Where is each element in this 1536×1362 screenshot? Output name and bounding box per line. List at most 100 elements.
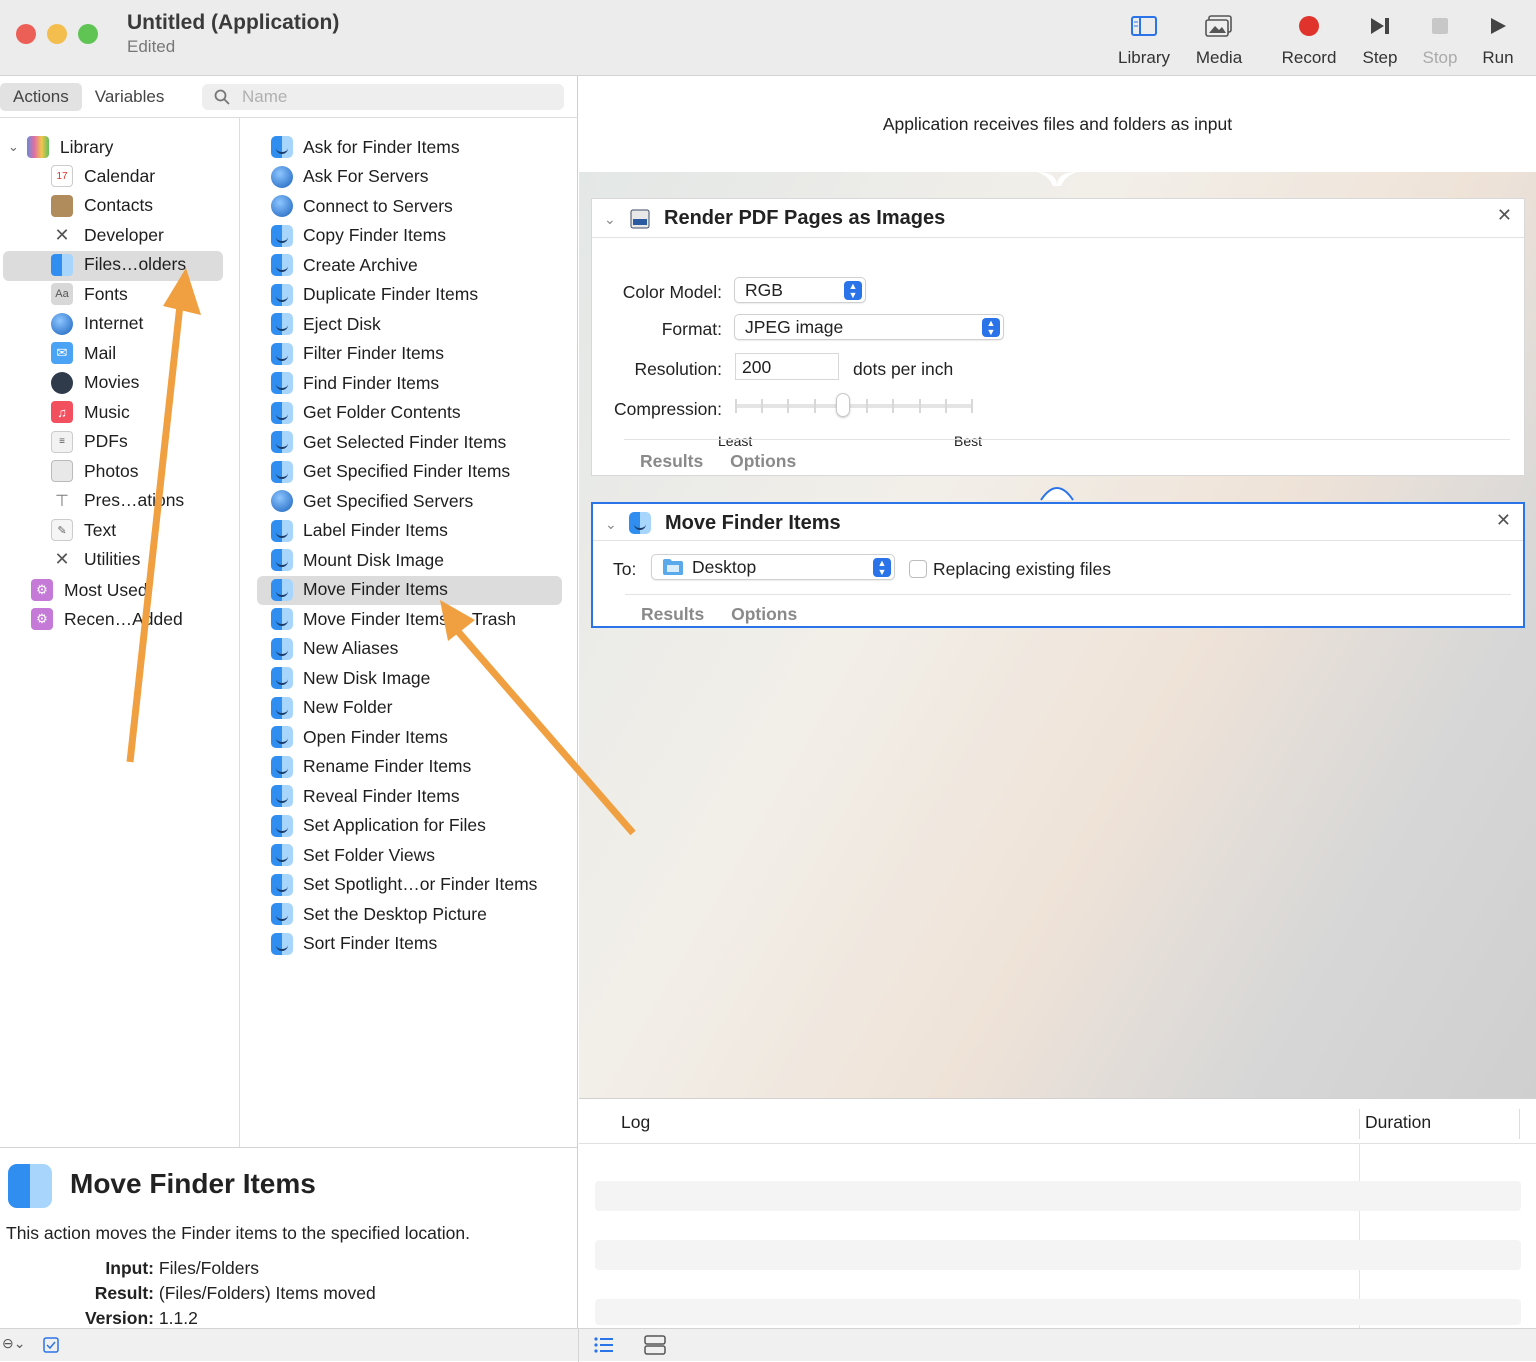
action-item[interactable]: Get Selected Finder Items (271, 428, 506, 456)
duration-header[interactable]: Duration (1365, 1112, 1431, 1133)
description-toggle-icon[interactable] (43, 1337, 59, 1353)
action-item[interactable]: Get Specified Servers (271, 487, 473, 515)
sidebar-item-utilities[interactable]: ✕ Utilities (51, 546, 140, 574)
close-window-button[interactable] (16, 24, 36, 44)
divider (625, 594, 1511, 595)
list-view-icon[interactable] (594, 1336, 614, 1354)
close-icon[interactable]: ✕ (1497, 205, 1512, 226)
folder-icon (663, 559, 683, 575)
action-item[interactable]: Connect to Servers (271, 192, 453, 220)
sidebar-item-contacts[interactable]: Contacts (51, 192, 153, 220)
action-item[interactable]: Ask For Servers (271, 163, 428, 191)
options-tab[interactable]: Options (730, 451, 796, 471)
sidebar-item-label: Recen…Added (64, 608, 183, 629)
options-tab[interactable]: Options (731, 604, 797, 624)
action-item[interactable]: Find Finder Items (271, 369, 439, 397)
sidebar-item-internet[interactable]: Internet (51, 310, 143, 338)
sidebar-item-movies[interactable]: Movies (51, 369, 139, 397)
action-item[interactable]: Duplicate Finder Items (271, 281, 478, 309)
sidebar-item-files-olders[interactable]: Files…olders (51, 251, 186, 279)
finder-icon (271, 401, 293, 424)
action-item[interactable]: Set the Desktop Picture (271, 900, 487, 928)
finder-icon (271, 519, 293, 542)
sidebar-item-most-used[interactable]: ⚙ Most Used (31, 576, 148, 604)
action-item[interactable]: Ask for Finder Items (271, 133, 460, 161)
action-item[interactable]: New Aliases (271, 635, 398, 663)
results-tab[interactable]: Results (640, 451, 703, 471)
search-input[interactable]: Name (202, 84, 564, 110)
zoom-window-button[interactable] (78, 24, 98, 44)
sidebar-item-photos[interactable]: Photos (51, 457, 138, 485)
action-item[interactable]: Eject Disk (271, 310, 381, 338)
run-button[interactable]: Run (1458, 10, 1536, 68)
chevron-down-icon[interactable]: ⌄ (604, 211, 616, 228)
sidebar-item-fonts[interactable]: Aa Fonts (51, 280, 128, 308)
action-item[interactable]: Copy Finder Items (271, 222, 446, 250)
action-item[interactable]: Sort Finder Items (271, 930, 437, 958)
finder-icon (629, 512, 651, 534)
action-item[interactable]: Create Archive (271, 251, 418, 279)
action-item[interactable]: Label Finder Items (271, 517, 448, 545)
slider-tick (971, 399, 973, 413)
results-tab[interactable]: Results (641, 604, 704, 624)
action-item[interactable]: Reveal Finder Items (271, 782, 460, 810)
split-view-icon[interactable] (644, 1335, 666, 1355)
action-item[interactable]: Move Finder Items to Trash (271, 605, 516, 633)
resolution-input[interactable]: 200 (735, 353, 839, 380)
action-item[interactable]: Set Spotlight…or Finder Items (271, 871, 537, 899)
tab-variables[interactable]: Variables (82, 83, 178, 111)
sidebar-item-developer[interactable]: ✕ Developer (51, 221, 164, 249)
replacing-checkbox[interactable] (909, 560, 927, 578)
library-root[interactable]: ⌄ Library (8, 133, 113, 161)
action-item[interactable]: Rename Finder Items (271, 753, 471, 781)
globe-icon (271, 490, 293, 512)
action-item[interactable]: New Folder (271, 694, 392, 722)
smart-folder-icon: ⚙ (31, 608, 53, 630)
media-button[interactable]: Media (1179, 10, 1259, 68)
record-button[interactable]: Record (1269, 10, 1349, 68)
sidebar-item-pres-ations[interactable]: ⊤ Pres…ations (51, 487, 184, 515)
pdf-icon: ≡ (51, 430, 73, 453)
log-header[interactable]: Log (621, 1112, 650, 1133)
finder-icon (271, 726, 293, 748)
action-item[interactable]: Get Specified Finder Items (271, 458, 510, 486)
input-label: Input: (105, 1258, 154, 1278)
action-label: Set Spotlight…or Finder Items (303, 874, 538, 894)
destination-select[interactable]: Desktop ▲ ▼ (651, 554, 895, 580)
sidebar-item-pdfs[interactable]: ≡ PDFs (51, 428, 128, 456)
color-model-select[interactable]: RGB ▲ ▼ (734, 277, 866, 303)
photos-icon (51, 460, 73, 482)
library-button[interactable]: Library (1104, 10, 1184, 68)
chevron-down-icon[interactable]: ⌄ (605, 516, 617, 533)
action-item[interactable]: Filter Finder Items (271, 340, 444, 368)
finder-icon (271, 873, 293, 896)
finder-icon (271, 578, 293, 601)
slider-knob[interactable] (835, 393, 850, 417)
action-item[interactable]: New Disk Image (271, 664, 430, 692)
action-item[interactable]: Set Application for Files (271, 812, 486, 840)
action-item[interactable]: Set Folder Views (271, 841, 435, 869)
music-icon: ♫ (51, 401, 73, 423)
sidebar-item-mail[interactable]: ✉ Mail (51, 339, 116, 367)
minimize-window-button[interactable] (47, 24, 67, 44)
action-item[interactable]: Mount Disk Image (271, 546, 444, 574)
action-item[interactable]: Open Finder Items (271, 723, 448, 751)
finder-icon (271, 460, 293, 483)
compression-slider[interactable] (735, 391, 973, 421)
close-icon[interactable]: ✕ (1496, 510, 1511, 531)
description-input: Input: Files/Folders (0, 1258, 259, 1279)
sidebar-item-recently-added[interactable]: ⚙ Recen…Added (31, 605, 183, 633)
sidebar-item-calendar[interactable]: 17 Calendar (51, 162, 155, 190)
action-menu-icon[interactable]: ⊖⌄ (2, 1335, 25, 1352)
action-item[interactable]: Move Finder Items (271, 576, 448, 604)
media-button-label: Media (1195, 48, 1243, 67)
format-select[interactable]: JPEG image ▲ ▼ (734, 314, 1004, 340)
finder-icon (271, 136, 293, 158)
sidebar-item-label: Developer (84, 224, 164, 245)
action-item[interactable]: Get Folder Contents (271, 399, 461, 427)
finder-icon (271, 372, 293, 394)
action-label: Set the Desktop Picture (303, 903, 487, 924)
sidebar-item-text[interactable]: ✎ Text (51, 516, 116, 544)
tab-actions[interactable]: Actions (0, 83, 82, 111)
sidebar-item-music[interactable]: ♫ Music (51, 398, 130, 426)
